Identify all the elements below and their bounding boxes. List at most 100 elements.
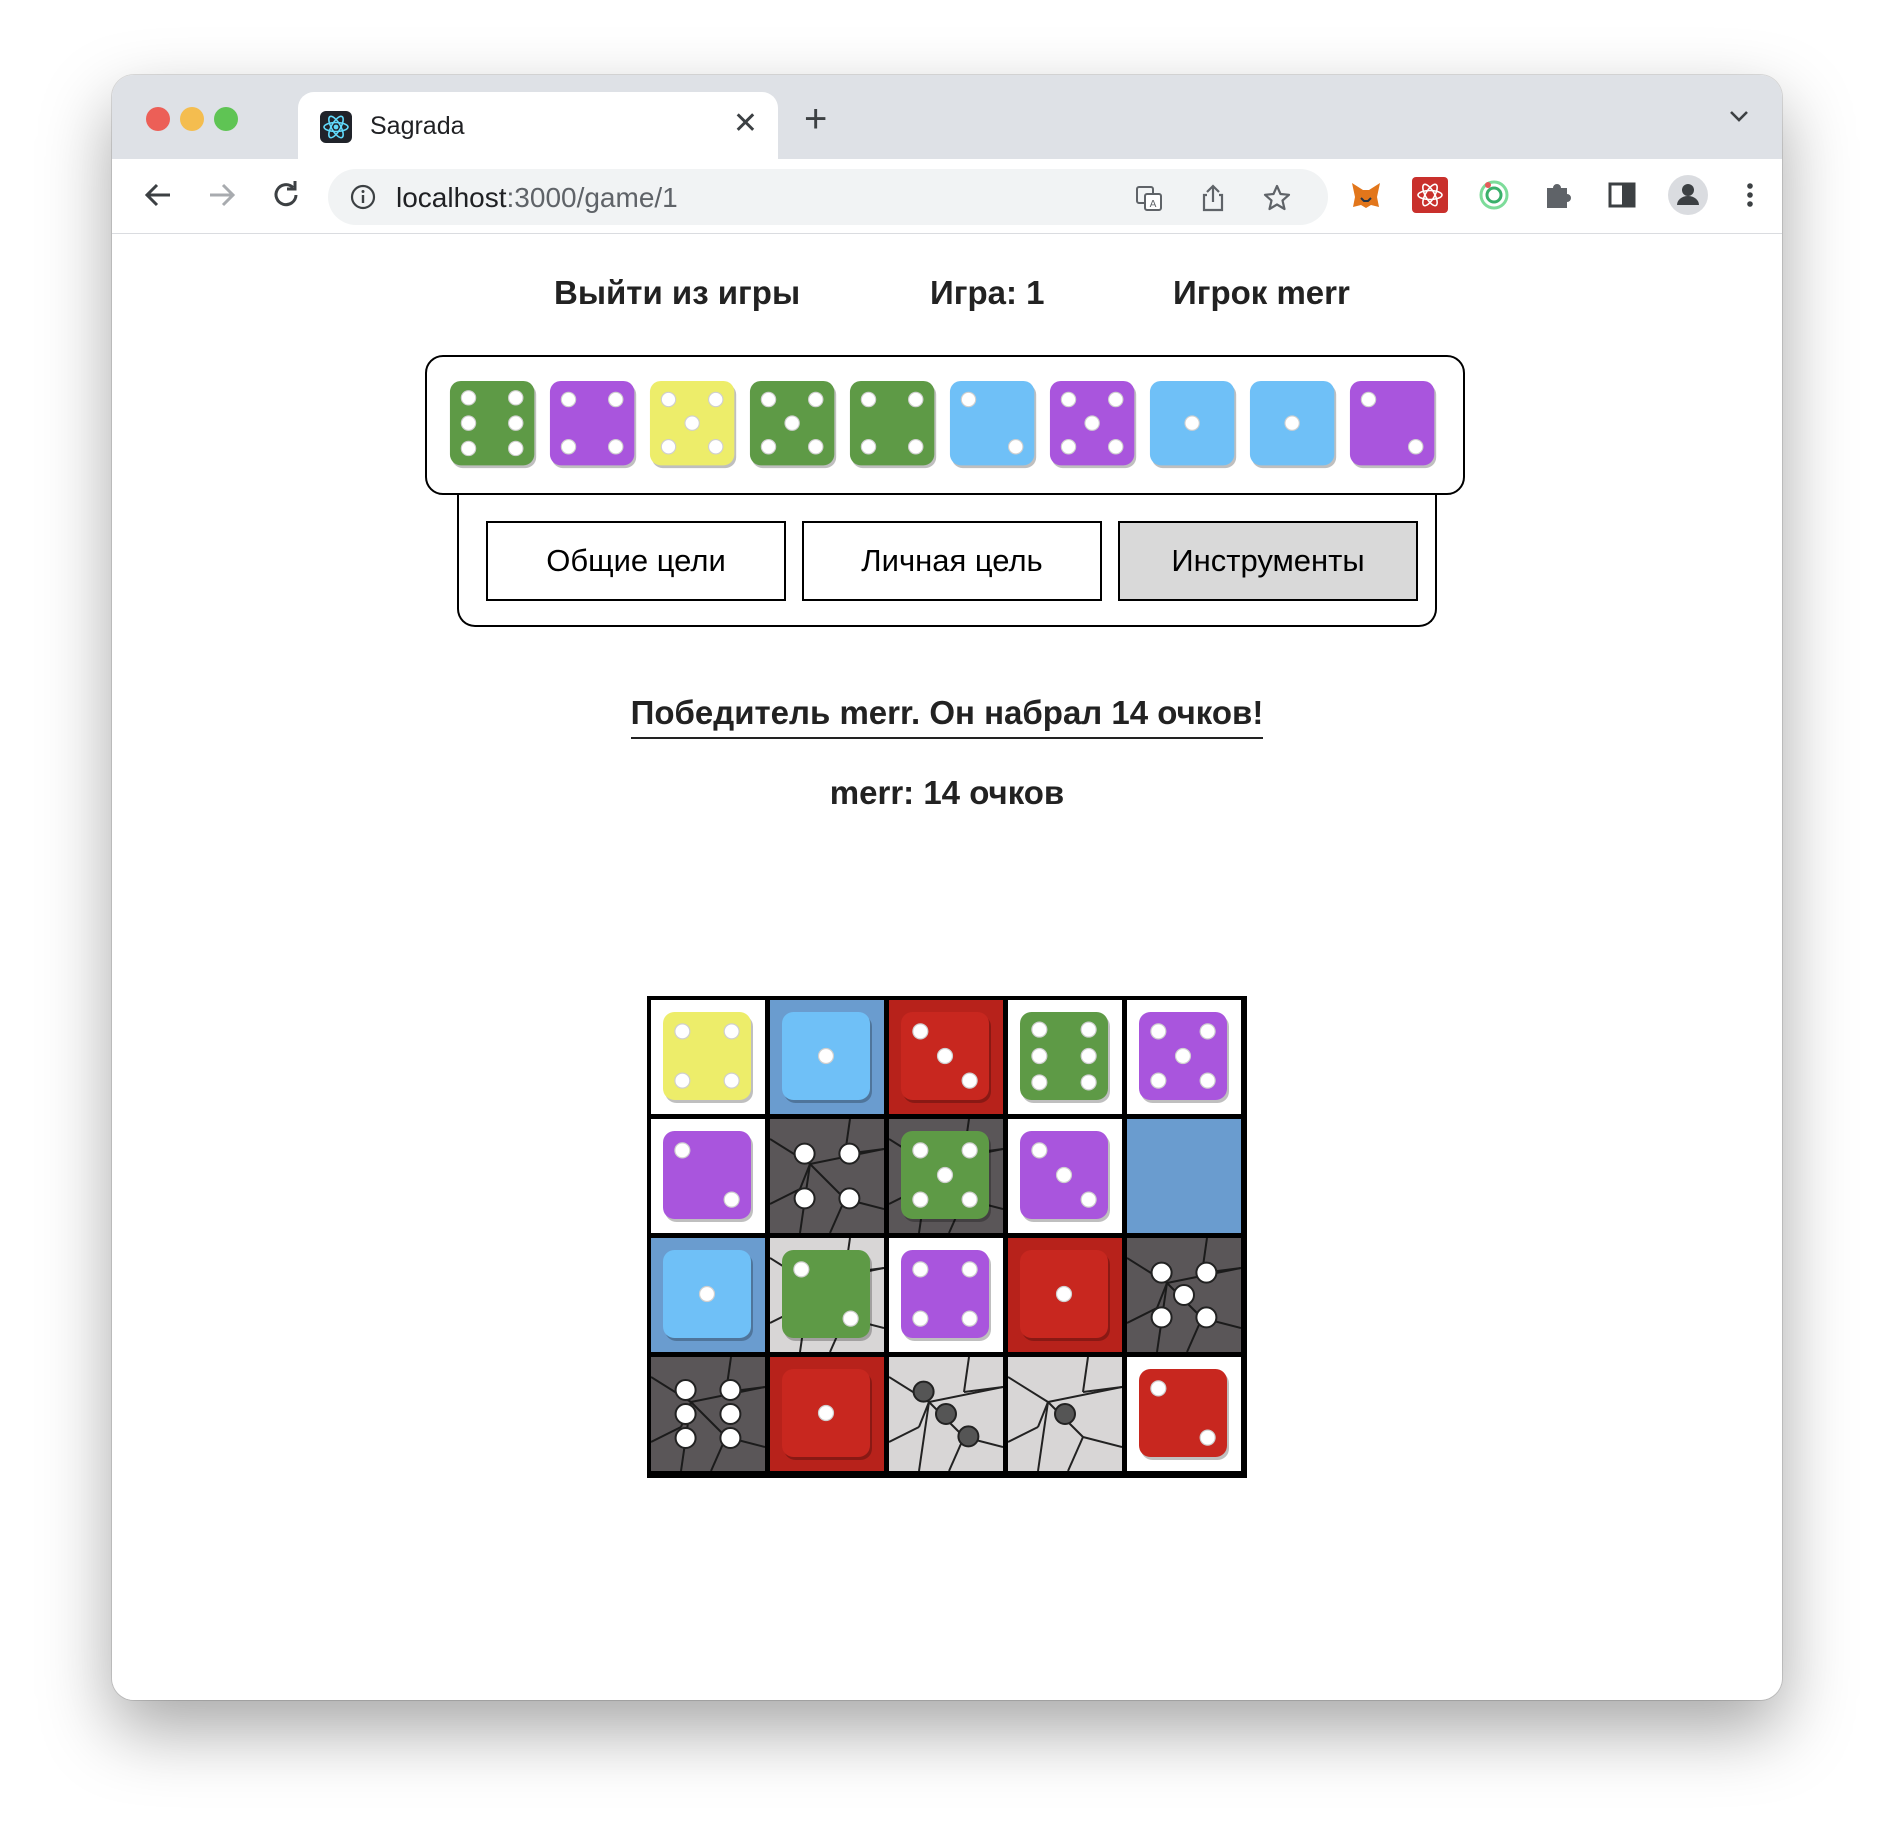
pool-die-purple-5[interactable] [1049,380,1139,470]
die-pip [508,440,524,457]
pool-die-green-6[interactable] [449,380,539,470]
board-cell[interactable] [1008,1000,1122,1114]
close-tab-icon[interactable]: ✕ [733,106,758,141]
board-cell[interactable] [1127,1000,1241,1114]
new-tab-icon[interactable]: + [804,97,827,142]
board-cell[interactable] [651,1357,765,1471]
board-cell[interactable] [889,1238,1003,1352]
placed-die[interactable] [901,1012,991,1103]
die-pip [1031,1074,1048,1091]
translate-icon[interactable]: A [1134,183,1164,213]
bookmark-star-icon[interactable] [1262,183,1292,213]
board-cell[interactable] [770,1119,884,1233]
die[interactable] [1349,380,1437,469]
pool-die-green-4[interactable] [849,380,939,470]
die-pip [961,1191,978,1208]
board-cell[interactable] [651,1119,765,1233]
die[interactable] [1249,380,1337,469]
die-pip [460,390,477,406]
pool-die-blue-2[interactable] [949,380,1039,470]
react-devtools-extension-icon[interactable] [1412,177,1448,213]
placed-die[interactable] [1139,1369,1229,1460]
placed-die[interactable] [663,1131,753,1222]
board-cell[interactable] [1127,1238,1241,1352]
die[interactable] [549,380,637,469]
board-cell[interactable] [1008,1119,1122,1233]
die-pip [684,415,700,431]
pool-die-yellow-5[interactable] [649,380,739,470]
share-icon[interactable] [1198,183,1228,213]
die[interactable] [1049,380,1137,469]
board-cell[interactable] [770,1357,884,1471]
back-arrow-icon[interactable] [140,177,176,213]
board-cell[interactable] [770,1000,884,1114]
board-cell[interactable] [651,1238,765,1352]
tab-tools[interactable]: Инструменты [1118,521,1418,601]
board-cell[interactable] [1127,1119,1241,1233]
placed-die[interactable] [1020,1131,1110,1222]
target-extension-icon[interactable] [1476,177,1512,213]
board-cell[interactable] [770,1238,884,1352]
maximize-window-button[interactable] [214,107,238,131]
board-cell[interactable] [889,1357,1003,1471]
reload-icon[interactable] [268,177,304,213]
die-pip [608,439,624,455]
forward-arrow-icon[interactable] [204,177,240,213]
die[interactable] [849,380,937,469]
close-window-button[interactable] [146,107,170,131]
die-pip [908,391,924,408]
die-pip [1031,1047,1048,1065]
board-cell[interactable] [1127,1357,1241,1471]
die-pip [660,439,677,455]
placed-die[interactable] [1020,1012,1110,1103]
placed-die[interactable] [782,1369,872,1460]
placed-die[interactable] [1139,1012,1229,1103]
die-pip [560,391,577,408]
extensions-puzzle-icon[interactable] [1540,177,1576,213]
player-name-label: Игрок merr [1173,274,1350,311]
board-cell[interactable] [651,1000,765,1114]
die[interactable] [749,380,837,469]
pool-die-purple-4[interactable] [549,380,639,470]
info-icon[interactable] [350,184,376,210]
minimize-window-button[interactable] [180,107,204,131]
placed-die[interactable] [901,1250,991,1341]
pool-die-purple-2[interactable] [1349,380,1439,470]
side-panel-icon[interactable] [1604,177,1640,213]
die-pip [912,1310,929,1327]
chevron-down-icon[interactable] [1726,103,1752,129]
die[interactable] [1149,380,1237,469]
info-tabs-panel: Общие цели Личная цель Инструменты [457,495,1437,627]
die-pip [908,439,924,455]
placed-die[interactable] [782,1012,872,1103]
tab-common-goals[interactable]: Общие цели [486,521,786,601]
die[interactable] [949,380,1037,469]
die[interactable] [449,380,537,469]
placed-die[interactable] [782,1250,872,1341]
die-pip [1080,1047,1097,1065]
exit-game-link[interactable]: Выйти из игры [554,274,800,312]
die-pip [961,1072,978,1089]
board-cell[interactable] [889,1119,1003,1233]
board-cell[interactable] [1008,1357,1122,1471]
browser-window: Sagrada ✕ + localhost:3000/game/1 A Выйт… [112,75,1782,1700]
pool-die-blue-1[interactable] [1249,380,1339,470]
die-pip [460,440,477,457]
address-bar[interactable]: localhost:3000/game/1 A [328,169,1328,225]
board-cell[interactable] [889,1000,1003,1114]
pool-die-blue-1[interactable] [1149,380,1239,470]
die[interactable] [649,380,737,469]
placed-die[interactable] [663,1012,753,1103]
profile-avatar-icon[interactable] [1668,175,1708,215]
tab-personal-goal[interactable]: Личная цель [802,521,1102,601]
pool-die-green-5[interactable] [749,380,839,470]
metamask-extension-icon[interactable] [1348,177,1384,213]
more-menu-icon[interactable] [1732,177,1768,213]
die-pip [1108,391,1124,408]
die-pip [698,1285,716,1303]
placed-die[interactable] [663,1250,753,1341]
placed-die[interactable] [901,1131,991,1222]
board-cell[interactable] [1008,1238,1122,1352]
browser-tab[interactable]: Sagrada ✕ [298,92,778,159]
placed-die[interactable] [1020,1250,1110,1341]
